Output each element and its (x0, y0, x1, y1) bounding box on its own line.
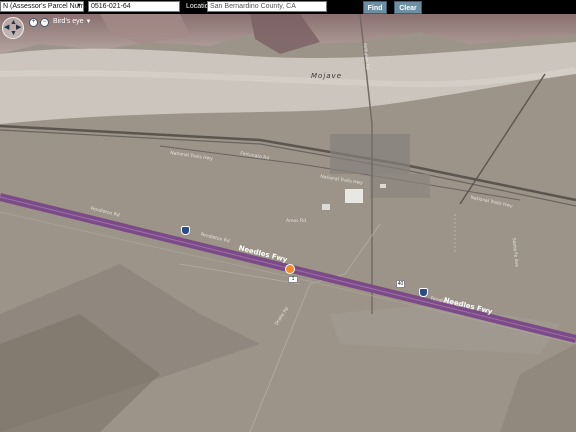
parcel-number-input[interactable]: 0516-021-64 (88, 1, 180, 12)
location-input[interactable]: San Bernardino County, CA (207, 1, 327, 12)
pin-number-badge: 1 (288, 276, 298, 283)
mojave-label: Mojave (311, 72, 343, 80)
location-pin-icon[interactable] (285, 264, 295, 274)
find-button[interactable]: Find (363, 1, 387, 14)
zoom-out-icon[interactable]: − (40, 18, 49, 27)
search-type-value: N (Assessor's Parcel Number) (3, 3, 84, 10)
interstate-shield-icon (181, 226, 190, 235)
pan-down-icon[interactable]: ▼ (10, 30, 17, 37)
search-type-select[interactable]: N (Assessor's Parcel Number) ▼ (0, 1, 84, 12)
pan-left-icon[interactable]: ◀ (4, 24, 9, 31)
map-view[interactable]: Mojave Needles Fwy Needles Fwy National … (0, 14, 576, 432)
interstate-shield-icon (419, 288, 428, 297)
route-marker-badge: 40 (396, 280, 405, 288)
view-mode-label: Bird's eye (53, 18, 84, 25)
clear-button[interactable]: Clear (394, 1, 422, 14)
map-nav-control[interactable]: ▲ ◀ ▶ ▼ (2, 17, 24, 39)
top-toolbar: N (Assessor's Parcel Number) ▼ 0516-021-… (0, 0, 576, 14)
view-mode-dropdown[interactable]: Bird's eye ▼ (53, 17, 91, 27)
zoom-in-icon[interactable]: + (29, 18, 38, 27)
road-label-amos: Amos Rd (286, 219, 306, 224)
chevron-down-icon: ▼ (76, 3, 82, 9)
chevron-down-icon: ▼ (85, 19, 92, 25)
